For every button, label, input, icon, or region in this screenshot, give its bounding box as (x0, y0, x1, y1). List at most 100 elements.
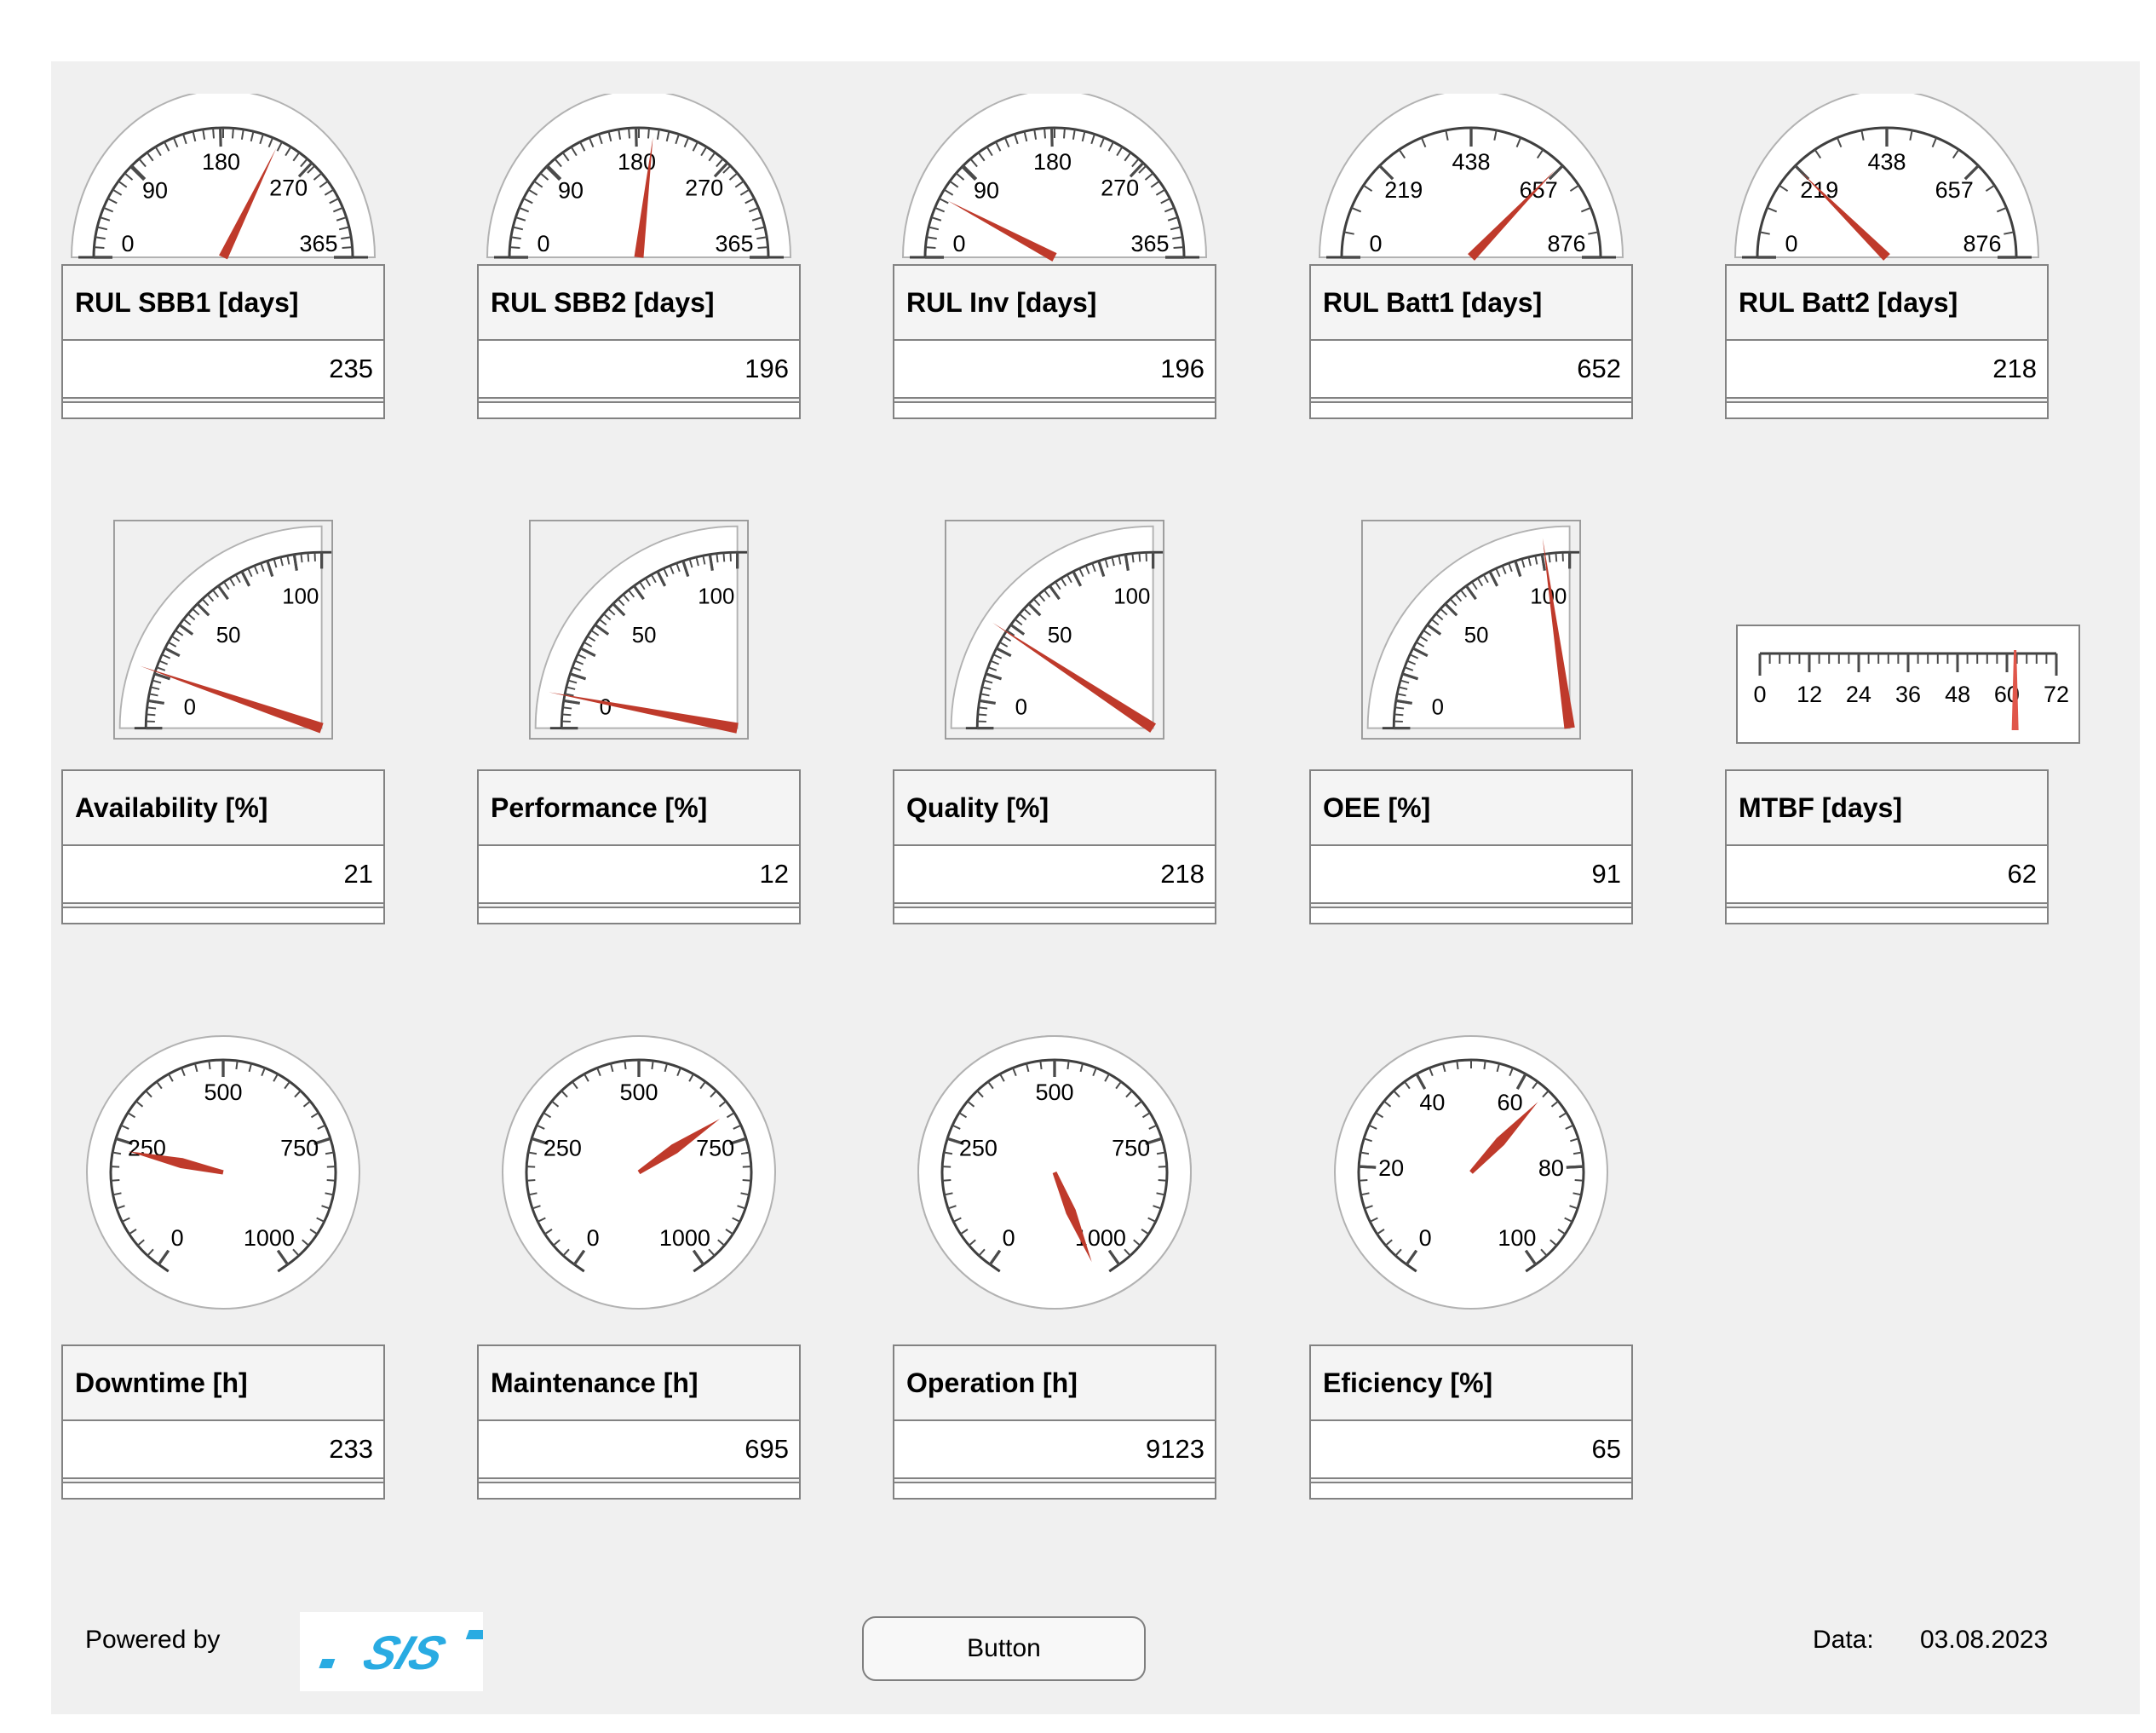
gauge-value-field[interactable]: 21 (63, 844, 383, 904)
tick-label: 100 (698, 584, 734, 608)
tick-label: 500 (204, 1080, 242, 1105)
tick-label: 100 (1113, 584, 1150, 608)
tick-label: 365 (299, 231, 337, 256)
tick-label: 0 (121, 231, 134, 256)
panel-strip (63, 401, 383, 417)
tick-label: 0 (1003, 1225, 1015, 1251)
gauge-value-field[interactable]: 695 (479, 1419, 799, 1479)
panel-quality: Quality [%]218 (893, 769, 1216, 924)
tick-label: 0 (1419, 1225, 1432, 1251)
tick-label: 180 (1033, 149, 1072, 175)
tick-label: 0 (952, 231, 965, 256)
tick-label: 0 (1785, 231, 1797, 256)
panel-strip (479, 907, 799, 923)
panel-mtbf: MTBF [days]62 (1725, 769, 2049, 924)
gauge-eficiency: 020406080100 (1331, 1032, 1612, 1313)
tick-label: 438 (1867, 149, 1906, 175)
tick-label: 90 (974, 178, 999, 204)
panel-downtime: Downtime [h]233 (61, 1344, 385, 1500)
panel-operation: Operation [h]9123 (893, 1344, 1216, 1500)
gauge-value-field[interactable]: 91 (1311, 844, 1631, 904)
gauge-label: RUL Batt2 [days] (1727, 266, 2047, 339)
tick-label: 12 (1797, 682, 1822, 707)
logo-text: SIS (356, 1627, 452, 1680)
gauge-rul-sbb2: 090180270365 (477, 94, 801, 264)
tick-label: 270 (685, 175, 723, 200)
tick-label: 180 (202, 149, 240, 175)
gauge-label: Operation [h] (894, 1346, 1215, 1419)
tick-label: 50 (1464, 624, 1489, 648)
gauge-quality: 050100 (945, 520, 1164, 740)
gauge-label: RUL Batt1 [days] (1311, 266, 1631, 339)
tick-label: 657 (1935, 177, 1974, 203)
tick-label: 90 (142, 178, 168, 204)
gauge-label: RUL SBB2 [days] (479, 266, 799, 339)
tick-label: 0 (537, 231, 549, 256)
tick-label: 0 (1015, 695, 1027, 719)
gauge-label: Performance [%] (479, 771, 799, 844)
panel-strip (1311, 907, 1631, 923)
tick-label: 270 (269, 175, 308, 200)
tick-label: 750 (1112, 1136, 1150, 1161)
gauge-oee: 050100 (1361, 520, 1581, 740)
panel-performance: Performance [%]12 (477, 769, 801, 924)
gauge-performance: 050100 (529, 520, 749, 740)
gauge-value-field[interactable]: 65 (1311, 1419, 1631, 1479)
gauge-value-field[interactable]: 218 (894, 844, 1215, 904)
gauge-label: Quality [%] (894, 771, 1215, 844)
gauge-rul-sbb1: 0 90 180 270 365 (61, 94, 385, 264)
tick-label: 365 (1130, 231, 1169, 256)
panel-strip (894, 907, 1215, 923)
tick-label: 876 (1547, 231, 1585, 256)
tick-label: 20 (1378, 1155, 1404, 1181)
panel-strip (1727, 907, 2047, 923)
panel-strip (1311, 1482, 1631, 1498)
tick-label: 500 (1035, 1080, 1073, 1105)
tick-label: 60 (1498, 1090, 1523, 1115)
tick-label: 750 (280, 1136, 319, 1161)
panel-strip (1311, 401, 1631, 417)
tick-label: 438 (1452, 149, 1490, 175)
panel-strip (894, 1482, 1215, 1498)
app-window: Powered by SIS Button Data: 03.08.2023 0… (0, 0, 2156, 1733)
tick-label: 1000 (244, 1225, 295, 1251)
logo-mark-left (319, 1659, 335, 1668)
gauge-label: Eficiency [%] (1311, 1346, 1631, 1419)
gauge-rul-batt1: 0219438657876 (1309, 94, 1633, 264)
gauge-value-field[interactable]: 218 (1727, 339, 2047, 399)
tick-label: 0 (1753, 682, 1766, 707)
sis-logo: SIS (300, 1612, 483, 1691)
tick-label: 50 (632, 624, 657, 648)
gauge-label: Availability [%] (63, 771, 383, 844)
tick-label: 0 (1432, 695, 1444, 719)
panel-strip (479, 1482, 799, 1498)
panel-maintenance: Maintenance [h]695 (477, 1344, 801, 1500)
gauge-rul-inv: 090180270365 (893, 94, 1216, 264)
panel-rul-sbb2: RUL SBB2 [days]196 (477, 264, 801, 419)
gauge-value-field[interactable]: 196 (479, 339, 799, 399)
gauge-value-field[interactable]: 233 (63, 1419, 383, 1479)
panel-rul-batt1: RUL Batt1 [days]652 (1309, 264, 1633, 419)
gauge-value-field[interactable]: 62 (1727, 844, 2047, 904)
gauge-value-field[interactable]: 235 (63, 339, 383, 399)
gauge-label: OEE [%] (1311, 771, 1631, 844)
panel-oee: OEE [%]91 (1309, 769, 1633, 924)
tick-label: 250 (543, 1136, 582, 1161)
panel-strip (479, 401, 799, 417)
tick-label: 90 (558, 178, 584, 204)
tick-label: 100 (1498, 1225, 1536, 1251)
panel-strip (63, 1482, 383, 1498)
gauge-operation: 02505007501000 (914, 1032, 1195, 1313)
gauge-value-field[interactable]: 12 (479, 844, 799, 904)
gauge-rul-batt2: 0219438657876 (1725, 94, 2049, 264)
gauge-label: MTBF [days] (1727, 771, 2047, 844)
gauge-availability: 050100 (113, 520, 333, 740)
footer-button[interactable]: Button (862, 1616, 1146, 1681)
gauge-value-field[interactable]: 652 (1311, 339, 1631, 399)
gauge-value-field[interactable]: 196 (894, 339, 1215, 399)
tick-label: 0 (184, 695, 196, 719)
tick-label: 500 (619, 1080, 658, 1105)
gauge-value-field[interactable]: 9123 (894, 1419, 1215, 1479)
tick-label: 657 (1520, 177, 1558, 203)
tick-label: 100 (282, 584, 319, 608)
